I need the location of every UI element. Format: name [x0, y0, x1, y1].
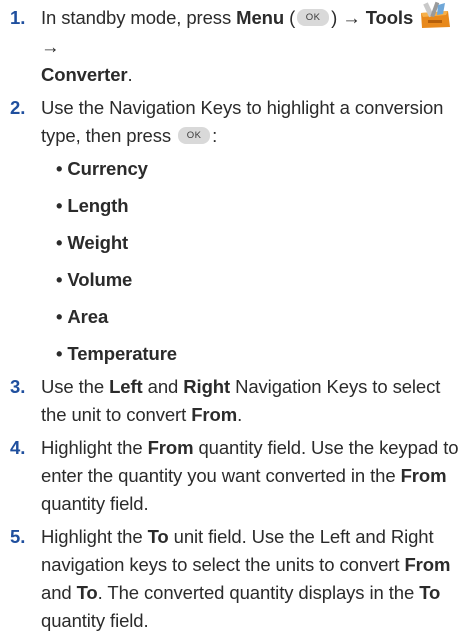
- step-3: 3. Use the Left and Right Navigation Key…: [0, 373, 471, 429]
- arrow-text: →: [41, 36, 60, 58]
- steps-list: 1. In standby mode, press Menu (OK) → To…: [0, 1, 471, 635]
- step-4: 4. Highlight the From quantity field. Us…: [0, 434, 471, 518]
- step-text: In standby mode, press: [41, 7, 237, 28]
- to-label: To: [147, 526, 169, 548]
- right-label: Right: [183, 376, 231, 398]
- step-text: Highlight the: [41, 526, 148, 548]
- conversion-type-list: • Currency • Length • Weight • Volume • Area …: [41, 155, 465, 368]
- step-text: quantity field.: [41, 610, 149, 632]
- from-label: From: [147, 437, 194, 459]
- left-label: Left: [109, 376, 143, 398]
- bullet-icon: •: [56, 269, 63, 291]
- from-label: From: [191, 404, 238, 426]
- step-number: 3.: [10, 376, 26, 398]
- arrow-text: ) →: [331, 7, 366, 28]
- bullet-icon: •: [56, 306, 63, 328]
- converter-label: Converter: [41, 64, 128, 86]
- step-text: quantity field.: [41, 493, 149, 515]
- tools-toolbox-icon: [418, 1, 452, 29]
- conversion-type: Volume: [67, 269, 133, 291]
- conversion-type: Length: [67, 195, 129, 217]
- step-text: and: [41, 582, 77, 604]
- step-text: . The converted quantity displays in the: [97, 582, 420, 604]
- bullet-icon: •: [56, 195, 63, 217]
- step-5: 5. Highlight the To unit field. Use the …: [0, 523, 471, 635]
- from-label: From: [404, 554, 451, 576]
- step-number: 1.: [10, 7, 26, 28]
- step-2: 2. Use the Navigation Keys to highlight …: [0, 94, 471, 368]
- tools-label: Tools: [365, 7, 414, 28]
- step-text: Use the Navigation Keys to highlight a c…: [41, 97, 444, 147]
- ok-key-icon: OK: [178, 126, 211, 144]
- bullet-icon: •: [56, 343, 63, 365]
- step-number: 2.: [10, 97, 26, 119]
- step-number: 4.: [10, 437, 26, 459]
- step-text: Highlight the: [41, 437, 148, 459]
- list-item: • Length: [56, 192, 465, 220]
- step-text: Use the: [41, 376, 110, 398]
- colon: :: [212, 125, 218, 147]
- step-number: 5.: [10, 526, 26, 548]
- conversion-type: Temperature: [67, 343, 177, 365]
- step-text: and: [142, 376, 184, 398]
- list-item: • Temperature: [56, 340, 465, 368]
- conversion-type: Currency: [67, 158, 148, 180]
- list-item: • Area: [56, 303, 465, 331]
- conversion-type: Weight: [67, 232, 129, 254]
- to-label: To: [419, 582, 441, 604]
- menu-label: Menu: [236, 7, 285, 28]
- period: .: [237, 404, 243, 426]
- list-item: • Weight: [56, 229, 465, 257]
- conversion-type: Area: [67, 306, 109, 328]
- list-item: • Volume: [56, 266, 465, 294]
- bullet-icon: •: [56, 158, 63, 180]
- step-1: 1. In standby mode, press Menu (OK) → To…: [0, 1, 471, 89]
- paren-open: (: [284, 7, 296, 28]
- bullet-icon: •: [56, 232, 63, 254]
- list-item: • Currency: [56, 155, 465, 183]
- period: .: [127, 64, 133, 86]
- to-label: To: [76, 582, 98, 604]
- ok-key-icon: OK: [297, 8, 330, 26]
- from-label: From: [400, 465, 447, 487]
